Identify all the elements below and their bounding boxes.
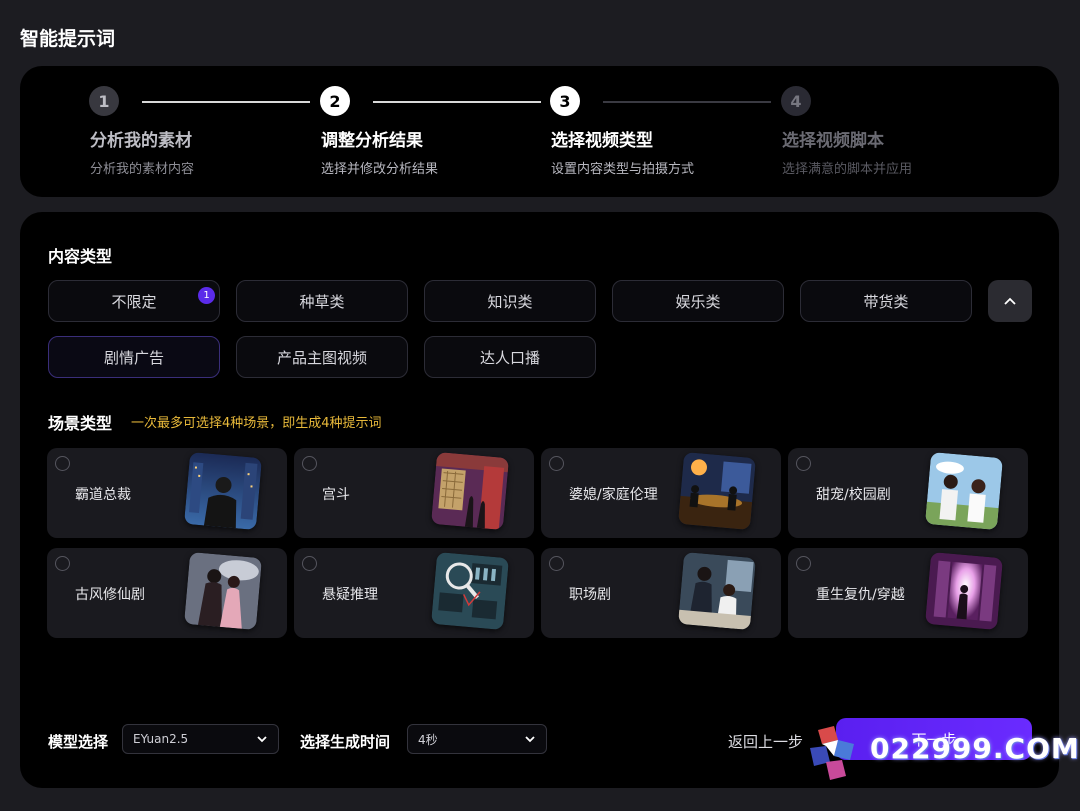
step-2[interactable]: 2 调整分析结果 选择并修改分析结果 [320, 86, 438, 177]
step-title: 调整分析结果 [321, 131, 423, 151]
scene-card-palace[interactable]: 宫斗 [294, 448, 534, 538]
content-chip-seeding[interactable]: 种草类 [236, 280, 408, 322]
scene-label: 霸道总裁 [75, 487, 131, 503]
chip-label: 种草类 [299, 292, 345, 311]
chevron-up-icon [1004, 297, 1016, 305]
time-select[interactable]: 4秒 [407, 724, 547, 754]
glowing-door-image [924, 551, 1004, 631]
chip-label: 产品主图视频 [276, 348, 367, 367]
scene-thumbnail [924, 451, 1004, 531]
step-number: 3 [550, 86, 580, 116]
scene-thumbnail [430, 551, 510, 631]
step-subtitle: 分析我的素材内容 [90, 162, 195, 177]
scene-card-mystery[interactable]: 悬疑推理 [294, 548, 534, 638]
step-3[interactable]: 3 选择视频类型 设置内容类型与拍摄方式 [550, 86, 694, 177]
radio-button[interactable] [796, 456, 811, 471]
step-subtitle: 选择并修改分析结果 [321, 162, 439, 177]
scene-card-family[interactable]: 婆媳/家庭伦理 [541, 448, 781, 538]
radio-button[interactable] [796, 556, 811, 571]
radio-button[interactable] [55, 456, 70, 471]
ancient-couple-image [183, 551, 263, 631]
scene-label: 重生复仇/穿越 [816, 587, 905, 603]
scene-card-workplace[interactable]: 职场剧 [541, 548, 781, 638]
scene-thumbnail [183, 451, 263, 531]
watermark-text: 022999.COM [870, 732, 1080, 765]
scene-label: 职场剧 [569, 587, 611, 603]
scene-label: 甜宠/校园剧 [816, 487, 891, 503]
scene-label: 婆媳/家庭伦理 [569, 487, 658, 503]
watermark: 022999.COM [804, 726, 1079, 780]
model-select[interactable]: EYuan2.5 [122, 724, 279, 754]
scene-label: 古风修仙剧 [75, 587, 145, 603]
time-select-label: 选择生成时间 [300, 733, 391, 751]
content-chip-product-video[interactable]: 产品主图视频 [236, 336, 408, 378]
main-panel: 内容类型 不限定 1 种草类 知识类 娱乐类 带货类 剧情广告 产品主图视频 达… [20, 212, 1059, 788]
chevron-down-icon [525, 736, 535, 743]
step-number: 2 [320, 86, 350, 116]
chip-label: 带货类 [863, 292, 909, 311]
back-button[interactable]: 返回上一步 [728, 731, 803, 752]
content-chip-unlimited[interactable]: 不限定 1 [48, 280, 220, 322]
scene-thumbnail [924, 551, 1004, 631]
scene-card-ceo[interactable]: 霸道总裁 [47, 448, 287, 538]
step-1[interactable]: 1 分析我的素材 分析我的素材内容 [89, 86, 194, 177]
model-select-label: 模型选择 [48, 733, 109, 751]
content-chip-drama-ad[interactable]: 剧情广告 [48, 336, 220, 378]
magnifier-image [430, 551, 510, 631]
scene-type-label: 场景类型 [48, 414, 113, 433]
content-chip-entertainment[interactable]: 娱乐类 [612, 280, 784, 322]
stepper: 1 分析我的素材 分析我的素材内容 2 调整分析结果 选择并修改分析结果 3 选… [20, 66, 1059, 197]
content-chip-influencer[interactable]: 达人口播 [424, 336, 596, 378]
scene-thumbnail [677, 551, 757, 631]
scene-card-rebirth[interactable]: 重生复仇/穿越 [788, 548, 1028, 638]
chip-label: 剧情广告 [103, 348, 164, 367]
step-connector [142, 101, 310, 103]
step-number: 4 [781, 86, 811, 116]
content-chip-knowledge[interactable]: 知识类 [424, 280, 596, 322]
palace-image [430, 451, 510, 531]
step-4[interactable]: 4 选择视频脚本 选择满意的脚本并应用 [781, 86, 912, 177]
watermark-logo-icon [810, 726, 854, 780]
chip-label: 不限定 [111, 292, 157, 311]
radio-button[interactable] [549, 556, 564, 571]
content-type-label: 内容类型 [48, 247, 113, 266]
scene-card-campus[interactable]: 甜宠/校园剧 [788, 448, 1028, 538]
step-subtitle: 选择满意的脚本并应用 [782, 162, 913, 177]
time-select-value: 4秒 [418, 732, 438, 747]
city-night-image [183, 451, 263, 531]
office-image [677, 551, 757, 631]
scene-thumbnail [430, 451, 510, 531]
chip-label: 达人口播 [479, 348, 540, 367]
radio-button[interactable] [302, 456, 317, 471]
content-chip-sales[interactable]: 带货类 [800, 280, 972, 322]
step-connector [373, 101, 541, 103]
step-title: 分析我的素材 [90, 131, 192, 151]
campus-romance-image [924, 451, 1004, 531]
family-dinner-image [677, 451, 757, 531]
scene-hint: 一次最多可选择4种场景，即生成4种提示词 [131, 416, 382, 431]
chip-label: 娱乐类 [675, 292, 721, 311]
chip-label: 知识类 [487, 292, 533, 311]
radio-button[interactable] [302, 556, 317, 571]
count-badge: 1 [198, 287, 215, 304]
step-number: 1 [89, 86, 119, 116]
radio-button[interactable] [549, 456, 564, 471]
scene-label: 悬疑推理 [322, 587, 378, 603]
scene-thumbnail [677, 451, 757, 531]
step-title: 选择视频脚本 [782, 131, 884, 151]
radio-button[interactable] [55, 556, 70, 571]
model-select-value: EYuan2.5 [133, 732, 189, 746]
chevron-down-icon [257, 736, 267, 743]
scene-card-xianxia[interactable]: 古风修仙剧 [47, 548, 287, 638]
step-title: 选择视频类型 [551, 131, 653, 151]
step-subtitle: 设置内容类型与拍摄方式 [551, 162, 695, 177]
step-connector [603, 101, 771, 103]
page-title: 智能提示词 [20, 28, 116, 50]
scene-thumbnail [183, 551, 263, 631]
scene-label: 宫斗 [322, 487, 350, 503]
collapse-button[interactable] [988, 280, 1032, 322]
